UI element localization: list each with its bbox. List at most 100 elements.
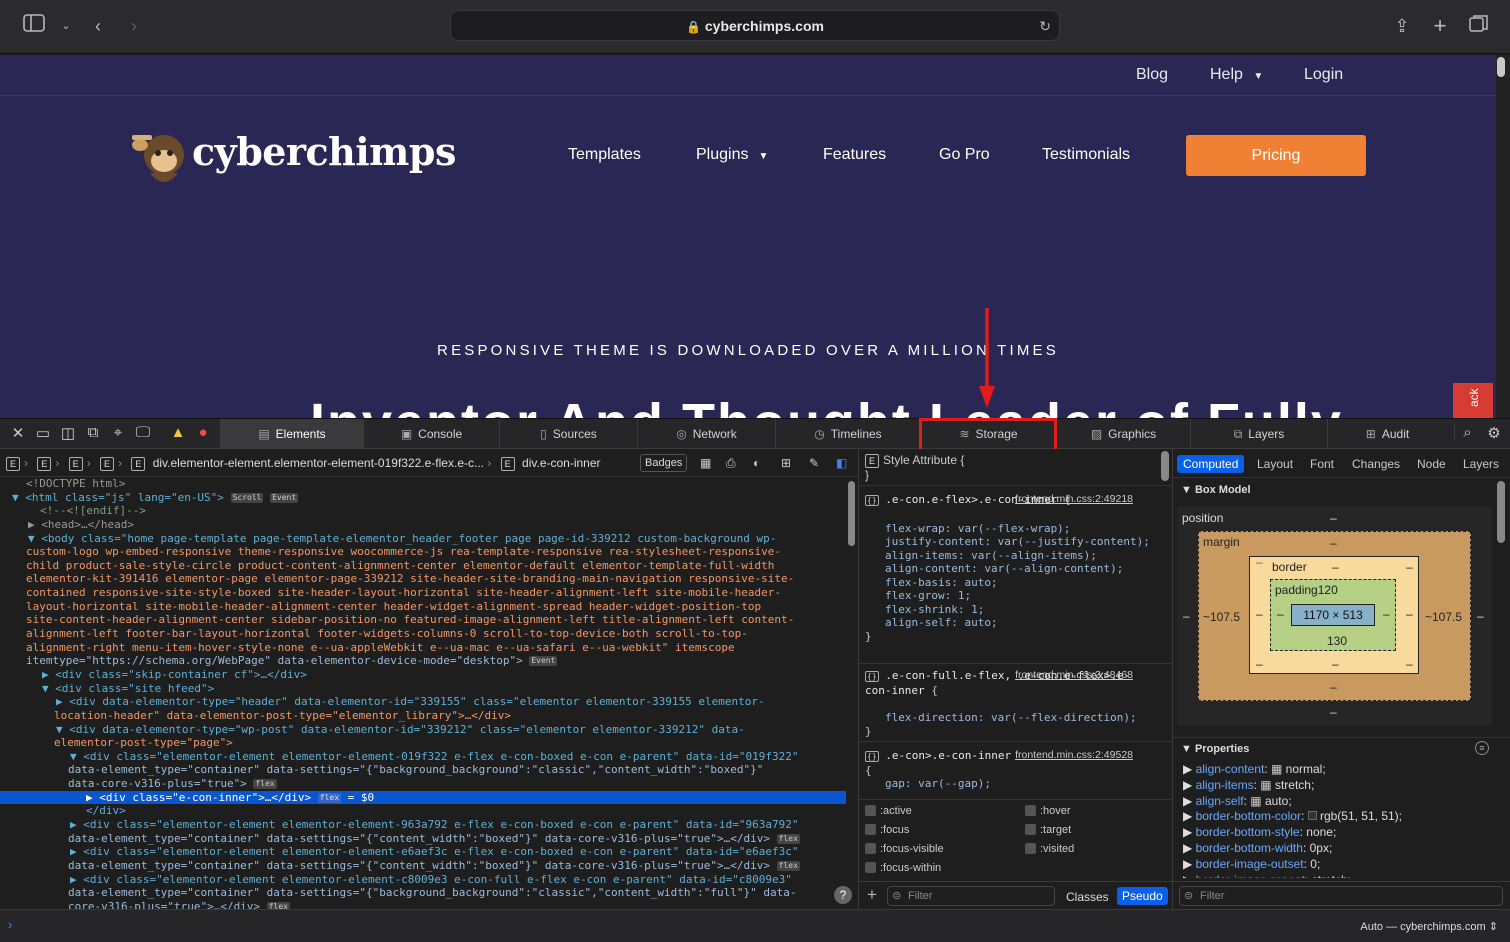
dom-line[interactable]: custom-logo wp-embed-responsive theme-re… bbox=[0, 545, 846, 559]
reload-icon[interactable]: ↻ bbox=[1039, 11, 1051, 41]
dom-line[interactable]: ▶ <div class="elementor-element elemento… bbox=[0, 818, 846, 832]
dom-line[interactable]: ▶ <head>…</head> bbox=[0, 518, 846, 532]
computed-scroll-thumb[interactable] bbox=[1497, 481, 1505, 543]
dom-line[interactable]: ▼ <html class="js" lang="en-US"> Scroll … bbox=[0, 491, 846, 505]
pseudo-toggle[interactable]: Pseudo bbox=[1117, 887, 1168, 905]
page-scrollbar[interactable] bbox=[1496, 55, 1510, 418]
dom-line[interactable]: data-core-v316-plus="true"> flex bbox=[0, 777, 846, 791]
css-rule[interactable]: {} .e-con-full.e-flex, .e-con.e-flex>.e-… bbox=[865, 669, 1153, 738]
badges-button[interactable]: Badges bbox=[640, 454, 688, 472]
element-badge-icon[interactable]: E bbox=[500, 456, 515, 471]
subtab-layout[interactable]: Layout bbox=[1257, 457, 1293, 471]
computed-filter-input[interactable]: ⊜ Filter bbox=[1179, 886, 1503, 906]
dom-tree[interactable]: <!DOCTYPE html> ▼ <html class="js" lang=… bbox=[0, 477, 846, 909]
pseudo-target[interactable]: :target bbox=[1025, 824, 1071, 836]
source-link[interactable]: frontend.min.css:2:49218 bbox=[1015, 493, 1133, 507]
dom-line[interactable]: data-element_type="container" data-setti… bbox=[0, 886, 846, 900]
breadcrumb-item[interactable]: div.elementor-element.elementor-element-… bbox=[153, 456, 484, 470]
site-logo[interactable]: cyberchimps bbox=[130, 125, 456, 195]
element-badge-icon[interactable]: E bbox=[131, 456, 146, 471]
css-rule[interactable]: {} .e-con.e-flex>.e-con-inner { frontend… bbox=[865, 493, 1153, 643]
dom-line[interactable]: <!--<![endif]--> bbox=[0, 504, 846, 518]
property-row[interactable]: ▶ border-image-repeat: stretch; bbox=[1183, 873, 1503, 878]
back-icon[interactable]: ‹ bbox=[86, 14, 110, 38]
inspect-target-icon[interactable]: ⌖ bbox=[108, 424, 128, 441]
dom-line[interactable]: data-element_type="container" data-setti… bbox=[0, 832, 846, 846]
tab-overview-icon[interactable] bbox=[1467, 14, 1491, 38]
subtab-changes[interactable]: Changes bbox=[1352, 457, 1400, 471]
pseudo-active[interactable]: :active bbox=[865, 805, 912, 817]
style-attribute-row[interactable]: E Style Attribute {} bbox=[865, 453, 964, 482]
property-row[interactable]: ▶ border-bottom-style: none; bbox=[1183, 825, 1503, 841]
tab-console[interactable]: ▣ Console bbox=[363, 419, 499, 449]
pseudo-visited[interactable]: :visited bbox=[1025, 843, 1074, 855]
box-model-header[interactable]: ▼ Box Model bbox=[1181, 484, 1251, 496]
pseudo-focus-visible[interactable]: :focus-visible bbox=[865, 843, 944, 855]
sidebar-toggle-icon[interactable] bbox=[22, 14, 46, 38]
dom-line[interactable]: ▶ <div class="elementor-element elemento… bbox=[0, 873, 846, 887]
element-badge-icon[interactable]: E bbox=[6, 456, 20, 471]
tab-elements[interactable]: ▤ Elements bbox=[220, 419, 363, 449]
properties-header[interactable]: ▼ Properties bbox=[1181, 743, 1249, 755]
warning-icon[interactable]: ▲ bbox=[168, 424, 188, 441]
tab-network[interactable]: ◎ Network bbox=[637, 419, 775, 449]
print-icon[interactable]: ⎙ bbox=[726, 449, 736, 477]
console-prompt-icon[interactable]: › bbox=[8, 917, 12, 932]
property-row[interactable]: ▶ border-bottom-width: 0px; bbox=[1183, 841, 1503, 857]
add-rule-icon[interactable]: + bbox=[867, 885, 877, 905]
css-rule[interactable]: {} .e-con>.e-con-inner frontend.min.css:… bbox=[865, 749, 1153, 799]
padding-box[interactable]: padding120 130 – – 1170 × 513 bbox=[1270, 579, 1396, 651]
tab-graphics[interactable]: ▨ Graphics bbox=[1056, 419, 1190, 449]
nav-login[interactable]: Login bbox=[1304, 66, 1343, 84]
styles-filter-input[interactable]: ⊜ Filter bbox=[887, 886, 1055, 906]
margin-box[interactable]: margin – – ~107.5 ~107.5 – border – – – … bbox=[1198, 531, 1471, 701]
dom-line[interactable]: location-header" data-elementor-post-typ… bbox=[0, 709, 846, 723]
pseudo-hover[interactable]: :hover bbox=[1025, 805, 1071, 817]
source-link[interactable]: frontend.min.css:2:49528 bbox=[1015, 749, 1133, 763]
gear-icon[interactable]: ⚙ bbox=[1484, 424, 1504, 442]
error-icon[interactable]: ● bbox=[193, 424, 213, 441]
tab-sources[interactable]: ▯ Sources bbox=[499, 419, 637, 449]
forward-icon[interactable]: › bbox=[122, 14, 146, 38]
content-box[interactable]: 1170 × 513 bbox=[1291, 604, 1375, 626]
dom-line[interactable]: alignment-left footer-bar-layout-horizon… bbox=[0, 627, 846, 641]
page-scroll-thumb[interactable] bbox=[1497, 57, 1505, 77]
pseudo-focus[interactable]: :focus bbox=[865, 824, 909, 836]
undock-icon[interactable]: ⧉ bbox=[83, 424, 103, 441]
dom-line[interactable]: layout-horizontal site-mobile-header-ali… bbox=[0, 600, 846, 614]
pseudo-focus-within[interactable]: :focus-within bbox=[865, 862, 941, 874]
help-icon[interactable]: ? bbox=[834, 886, 852, 904]
nav-plugins[interactable]: Plugins ▼ bbox=[696, 146, 768, 164]
nav-templates[interactable]: Templates bbox=[568, 146, 641, 164]
breadcrumb-item-current[interactable]: div.e-con-inner bbox=[522, 456, 600, 470]
dom-line[interactable]: ▶ <div data-elementor-type="header" data… bbox=[0, 695, 846, 709]
chevron-down-icon[interactable]: ⌄ bbox=[54, 14, 78, 38]
dom-line[interactable]: <!DOCTYPE html> bbox=[0, 477, 846, 491]
dom-line[interactable]: ▼ <div class="site hfeed"> bbox=[0, 682, 846, 696]
dom-line[interactable]: elementor-post-type="page"> bbox=[0, 736, 846, 750]
dom-line[interactable]: child product-sale-style-circle product-… bbox=[0, 559, 846, 573]
element-badge-icon[interactable]: E bbox=[37, 456, 52, 471]
dom-line[interactable]: data-element_type="container" data-setti… bbox=[0, 763, 846, 777]
dock-side-icon[interactable]: ◫ bbox=[58, 424, 78, 442]
property-row[interactable]: ▶ border-image-outset: 0; bbox=[1183, 857, 1503, 873]
nav-help[interactable]: Help ▼ bbox=[1210, 66, 1263, 84]
dom-line-selected[interactable]: ▶ <div class="e-con-inner">…</div> flex … bbox=[0, 790, 846, 805]
classes-toggle[interactable]: Classes bbox=[1066, 890, 1109, 904]
device-icon[interactable]: 🖵 bbox=[133, 424, 153, 441]
dom-line[interactable]: site-content-header-alignment-center sid… bbox=[0, 613, 846, 627]
property-row[interactable]: ▶ align-self: ▦ auto; bbox=[1183, 794, 1503, 810]
layout-icon[interactable]: ▦ bbox=[700, 449, 711, 477]
grid-icon[interactable]: ⊞ bbox=[781, 449, 791, 477]
pencil-icon[interactable]: ✎ bbox=[809, 449, 819, 477]
dom-line[interactable]: ▶ <div class="elementor-element elemento… bbox=[0, 845, 846, 859]
dom-line[interactable]: ▼ <div class="elementor-element elemento… bbox=[0, 750, 846, 764]
dom-line[interactable]: contained responsive-site-style-boxed si… bbox=[0, 586, 846, 600]
share-icon[interactable]: ⇪ bbox=[1390, 14, 1414, 38]
dom-line[interactable]: itemtype="https://schema.org/WebPage" da… bbox=[0, 654, 846, 668]
address-bar[interactable]: 🔒 cyberchimps.com ↻ bbox=[450, 10, 1060, 41]
appearance-icon[interactable]: ◐ bbox=[753, 449, 760, 477]
element-badge-icon[interactable]: E bbox=[100, 456, 115, 471]
feedback-tab[interactable]: ack bbox=[1453, 383, 1493, 418]
group-icon[interactable]: ≡ bbox=[1475, 741, 1489, 755]
